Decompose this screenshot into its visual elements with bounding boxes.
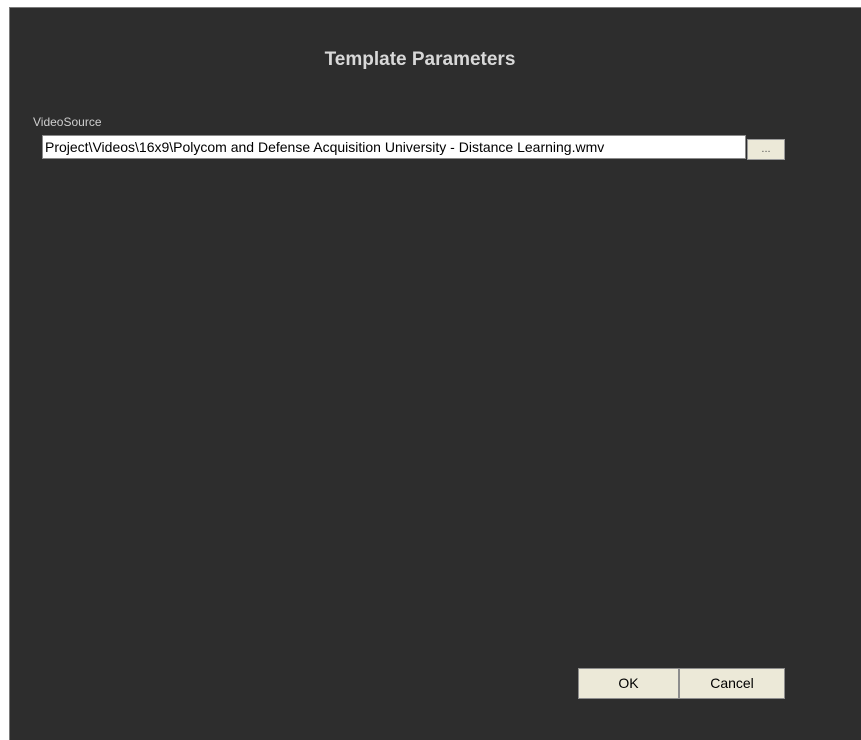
browse-button[interactable]: ... [747, 139, 785, 160]
window-frame: Template Parameters VideoSource ... OK C… [0, 0, 861, 740]
videosource-input[interactable] [42, 135, 746, 159]
ok-button[interactable]: OK [578, 668, 679, 699]
cancel-button[interactable]: Cancel [679, 668, 785, 699]
template-parameters-dialog: Template Parameters VideoSource ... OK C… [9, 7, 861, 740]
videosource-label: VideoSource [33, 115, 102, 129]
dialog-title: Template Parameters [324, 49, 516, 70]
